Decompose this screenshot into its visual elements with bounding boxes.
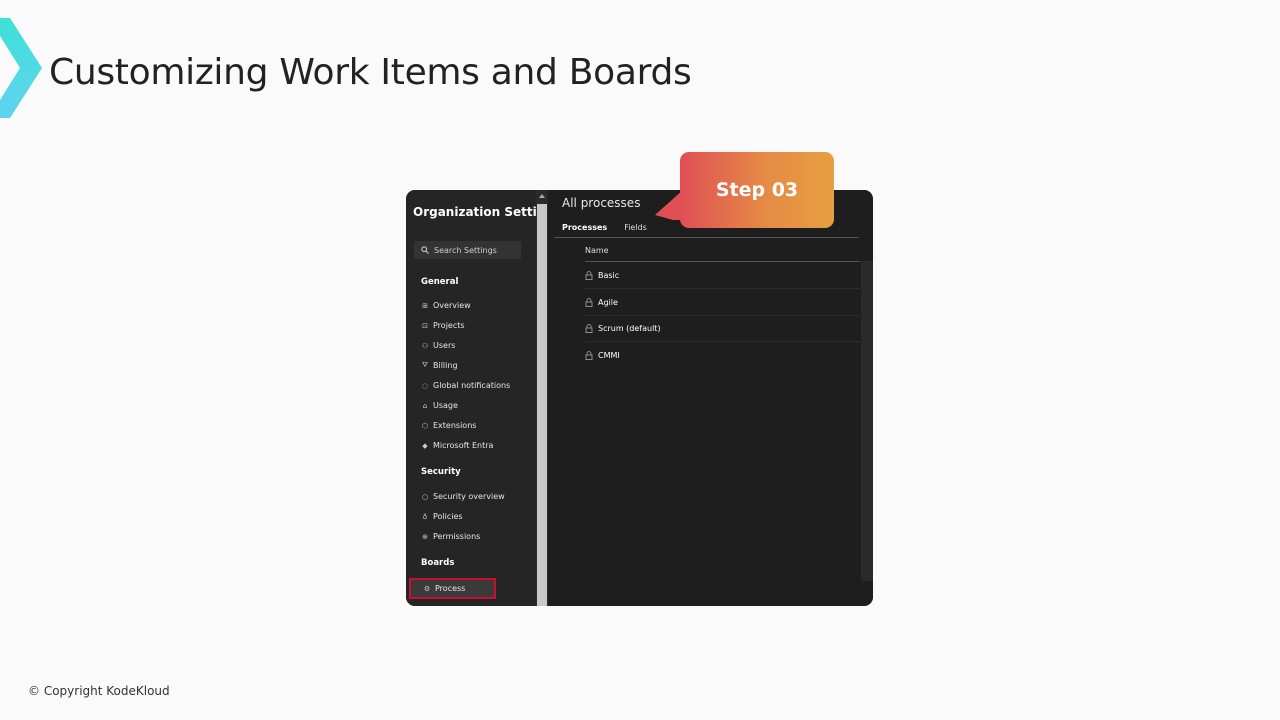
sidebar-item-label: Permissions [433, 532, 481, 541]
grid-icon: ⊞ [422, 301, 428, 310]
cart-icon: ⛛ [422, 361, 428, 369]
scroll-up-arrow[interactable] [539, 194, 545, 198]
sidebar-item-policies[interactable]: ♁ Policies [421, 512, 463, 521]
lock-icon: ⊕ [422, 532, 428, 541]
copyright-footer: © Copyright KodeKloud [28, 684, 170, 698]
chat-icon: ◌ [421, 381, 429, 390]
sidebar-item-billing[interactable]: ⛛ Billing [421, 361, 458, 370]
process-icon: ⚙ [423, 584, 431, 593]
processes-tabs: Processes Fields [562, 223, 647, 232]
sidebar-item-label: Usage [433, 401, 458, 410]
sidebar-item-projects[interactable]: ⊡ Projects [421, 321, 465, 330]
sidebar-item-label: Global notifications [433, 381, 511, 390]
shield-icon: ○ [421, 492, 429, 501]
kodekloud-logo [0, 18, 42, 118]
lock-icon [585, 297, 593, 307]
sidebar-item-label: Extensions [433, 421, 477, 430]
column-header-name[interactable]: Name [585, 246, 609, 255]
sidebar-item-label: Users [433, 341, 456, 350]
process-name: CMMI [598, 350, 620, 360]
slide-title: Customizing Work Items and Boards [49, 52, 692, 93]
sidebar-item-extensions[interactable]: ⬡ Extensions [421, 421, 477, 430]
users-icon: ⚇ [421, 341, 429, 350]
main-scrollbar[interactable] [861, 261, 873, 581]
process-name: Basic [598, 270, 620, 280]
diamond-icon: ◆ [422, 441, 428, 450]
usage-icon: ⌂ [422, 401, 428, 410]
sidebar-item-label: Projects [433, 321, 465, 330]
search-placeholder: Search Settings [434, 245, 497, 255]
sidebar-item-global-notifications[interactable]: ◌ Global notifications [421, 381, 510, 390]
projects-icon: ⊡ [422, 321, 428, 330]
sidebar-item-process[interactable]: ⚙ Process [409, 578, 496, 599]
settings-sidebar: Organization Setti... Search Settings Ge… [406, 190, 550, 606]
sidebar-item-label: Policies [433, 512, 463, 521]
step-callout-label: Step 03 [715, 179, 799, 201]
group-boards: Boards [421, 558, 455, 568]
page-title: All processes [562, 196, 641, 210]
sidebar-item-users[interactable]: ⚇ Users [421, 341, 456, 350]
tab-processes[interactable]: Processes [562, 223, 607, 232]
search-icon [421, 246, 429, 254]
sidebar-item-microsoft-entra[interactable]: ◆ Microsoft Entra [421, 441, 493, 450]
sidebar-item-security-overview[interactable]: ○ Security overview [421, 492, 505, 501]
sidebar-scroll-thumb[interactable] [537, 204, 547, 606]
process-row[interactable]: Agile [585, 289, 860, 316]
tab-fields[interactable]: Fields [624, 223, 647, 232]
sidebar-item-permissions[interactable]: ⊕ Permissions [421, 532, 480, 541]
lightbulb-icon: ♁ [422, 512, 428, 521]
search-settings-input[interactable]: Search Settings [414, 241, 521, 259]
process-name: Scrum (default) [598, 323, 661, 333]
sidebar-item-label: Billing [433, 361, 458, 370]
process-name: Agile [598, 297, 618, 307]
sidebar-item-label: Security overview [433, 492, 505, 501]
sidebar-item-label: Process [435, 584, 466, 593]
lock-icon [585, 350, 593, 360]
sidebar-item-label: Overview [433, 301, 471, 310]
lock-icon [585, 270, 593, 280]
process-row[interactable]: Basic [585, 262, 860, 289]
process-row[interactable]: CMMI [585, 342, 860, 368]
group-general: General [421, 277, 459, 287]
azure-devops-screenshot: Organization Setti... Search Settings Ge… [406, 190, 873, 606]
process-row[interactable]: Scrum (default) [585, 315, 860, 342]
extensions-icon: ⬡ [421, 421, 429, 430]
processes-main-panel: All processes Processes Fields Name Basi… [548, 190, 873, 606]
sidebar-item-label: Microsoft Entra [433, 441, 494, 450]
org-settings-title: Organization Setti... [413, 205, 551, 219]
lock-icon [585, 323, 593, 333]
tab-divider [554, 237, 859, 238]
sidebar-item-overview[interactable]: ⊞ Overview [421, 301, 471, 310]
sidebar-item-usage[interactable]: ⌂ Usage [421, 401, 458, 410]
group-security: Security [421, 467, 461, 477]
